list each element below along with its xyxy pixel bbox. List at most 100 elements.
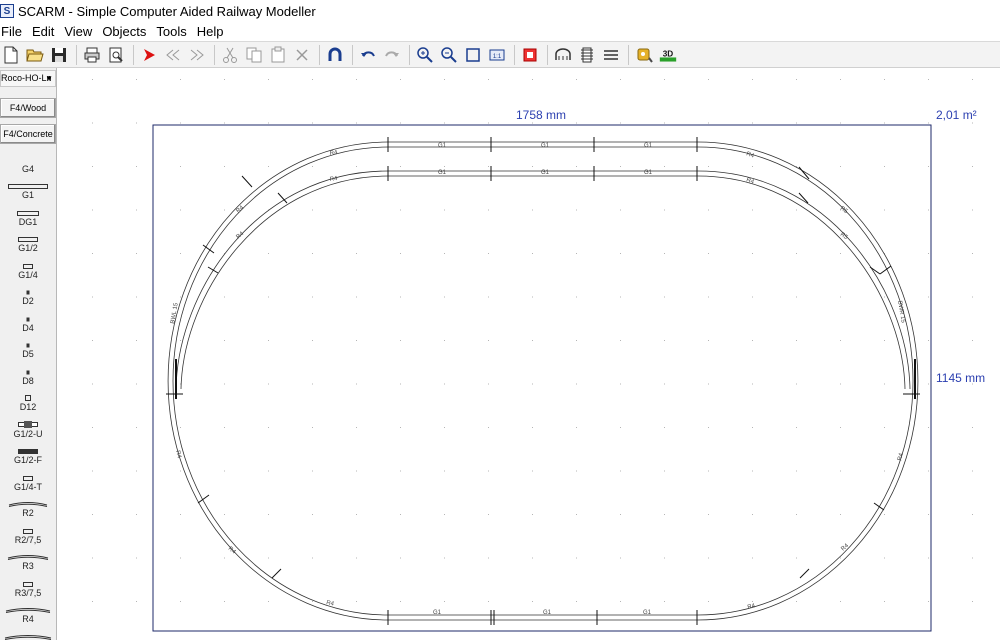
menu-view[interactable]: View xyxy=(62,24,98,39)
grid-dot xyxy=(708,340,709,341)
category-f4-concrete[interactable]: F4/Concrete xyxy=(0,124,56,144)
piece-label: R3 xyxy=(22,561,34,571)
piece-item[interactable]: D4 xyxy=(0,307,56,334)
open-file-button[interactable] xyxy=(24,44,46,66)
inner-track-rail-inner[interactable] xyxy=(180,175,906,390)
grid-dot xyxy=(312,253,313,254)
grid-dot xyxy=(576,427,577,428)
grid-dot xyxy=(576,383,577,385)
grid-dot xyxy=(444,253,445,254)
save-button[interactable] xyxy=(48,44,70,66)
track-label: G1 xyxy=(541,143,550,149)
grid-dot xyxy=(664,383,665,385)
print-button[interactable] xyxy=(81,44,103,66)
piece-item[interactable]: G4 xyxy=(0,148,56,175)
measure-button[interactable] xyxy=(633,44,655,66)
grid-dot xyxy=(444,166,445,167)
grid-dot xyxy=(356,470,357,472)
grid-dot xyxy=(92,166,93,167)
piece-item[interactable]: R2/7,5 xyxy=(0,519,56,546)
grid-dot xyxy=(708,383,709,385)
print-preview-button[interactable] xyxy=(105,44,127,66)
grid-dot xyxy=(92,601,93,602)
line-style-button[interactable] xyxy=(600,44,622,66)
layout-canvas[interactable]: G1 G1 G1 G1 G1 G1 G1 G1 G1 R4 R4 R4 R4 R… xyxy=(58,69,1000,640)
piece-item[interactable]: D8 xyxy=(0,360,56,387)
zoom-out-button[interactable] xyxy=(438,44,460,66)
select-mode-button[interactable] xyxy=(138,44,160,66)
layout-drawing[interactable]: G1 G1 G1 G1 G1 G1 G1 G1 G1 R4 R4 R4 R4 R… xyxy=(58,69,1000,640)
grid-dot xyxy=(708,253,709,254)
zoom-actual-button[interactable]: 1:1 xyxy=(486,44,508,66)
fast-forward-icon xyxy=(190,49,204,60)
grid-dot xyxy=(884,79,885,80)
toolbar-separator xyxy=(319,44,320,65)
piece-item[interactable]: R5 xyxy=(0,625,56,640)
piece-item[interactable]: D2 xyxy=(0,281,56,308)
piece-item[interactable]: R3/7,5 xyxy=(0,572,56,599)
piece-item[interactable]: G1/4 xyxy=(0,254,56,281)
bridge-button[interactable] xyxy=(576,44,598,66)
track-layout[interactable]: G1 G1 G1 G1 G1 G1 G1 G1 G1 R4 R4 R4 R4 R… xyxy=(166,137,920,625)
piece-item[interactable]: G1/2-F xyxy=(0,440,56,467)
piece-item[interactable]: D12 xyxy=(0,387,56,414)
grid-dot xyxy=(532,514,533,515)
grid-dot xyxy=(752,383,753,385)
grid-dot xyxy=(796,470,797,472)
baseboard-outline[interactable] xyxy=(152,124,932,632)
piece-item[interactable]: G1/4-T xyxy=(0,466,56,493)
short-track-icon xyxy=(26,343,30,348)
menu-tools[interactable]: Tools xyxy=(154,24,192,39)
track-tool-button[interactable] xyxy=(324,44,346,66)
grid-dot xyxy=(356,340,357,341)
tunnel-button[interactable] xyxy=(552,44,574,66)
layers-button[interactable] xyxy=(519,44,541,66)
grid-dot xyxy=(444,383,445,385)
cut-button[interactable] xyxy=(219,44,241,66)
piece-item[interactable]: R3 xyxy=(0,546,56,573)
grid-dot xyxy=(356,209,357,211)
menu-objects[interactable]: Objects xyxy=(100,24,152,39)
new-file-button[interactable] xyxy=(0,44,22,66)
grid-dot xyxy=(620,166,621,167)
menu-file[interactable]: File xyxy=(0,24,28,39)
grid-dot xyxy=(796,557,797,559)
undo-button[interactable] xyxy=(357,44,379,66)
piece-item[interactable]: DG1 xyxy=(0,201,56,228)
toolbar-separator xyxy=(547,44,548,65)
library-select[interactable]: Roco-HO-Ln ▼ xyxy=(0,70,56,87)
piece-item[interactable]: R2 xyxy=(0,493,56,520)
outer-track-rail-outer[interactable] xyxy=(167,141,919,621)
zoom-in-button[interactable] xyxy=(414,44,436,66)
inner-track-rail-outer[interactable] xyxy=(175,170,911,390)
next-button[interactable] xyxy=(186,44,208,66)
outer-track-rail-inner[interactable] xyxy=(172,146,914,616)
grid-dot xyxy=(400,340,401,341)
grid-dot xyxy=(268,166,269,167)
piece-item[interactable]: R4 xyxy=(0,599,56,626)
category-f4-wood[interactable]: F4/Wood xyxy=(0,98,56,118)
curved-track-icon xyxy=(8,502,48,507)
grid-dot xyxy=(356,557,357,559)
grid-dot xyxy=(268,383,269,385)
piece-item[interactable]: G1 xyxy=(0,175,56,202)
menu-help[interactable]: Help xyxy=(195,24,230,39)
zoom-fit-button[interactable] xyxy=(462,44,484,66)
delete-button[interactable] xyxy=(291,44,313,66)
previous-button[interactable] xyxy=(162,44,184,66)
piece-item[interactable]: G1/2 xyxy=(0,228,56,255)
grid-dot xyxy=(92,514,93,515)
menu-edit[interactable]: Edit xyxy=(30,24,60,39)
piece-label: DG1 xyxy=(18,216,38,227)
paste-button[interactable] xyxy=(267,44,289,66)
grid-dot xyxy=(796,253,797,254)
piece-item[interactable]: D5 xyxy=(0,334,56,361)
grid-dot xyxy=(840,557,841,559)
redo-button[interactable] xyxy=(381,44,403,66)
view-3d-button[interactable]: 3D xyxy=(657,44,679,66)
copy-icon xyxy=(246,47,262,62)
copy-button[interactable] xyxy=(243,44,265,66)
piece-item[interactable]: G1/2-U xyxy=(0,413,56,440)
grid-dots xyxy=(92,79,973,602)
grid-dot xyxy=(796,383,797,385)
